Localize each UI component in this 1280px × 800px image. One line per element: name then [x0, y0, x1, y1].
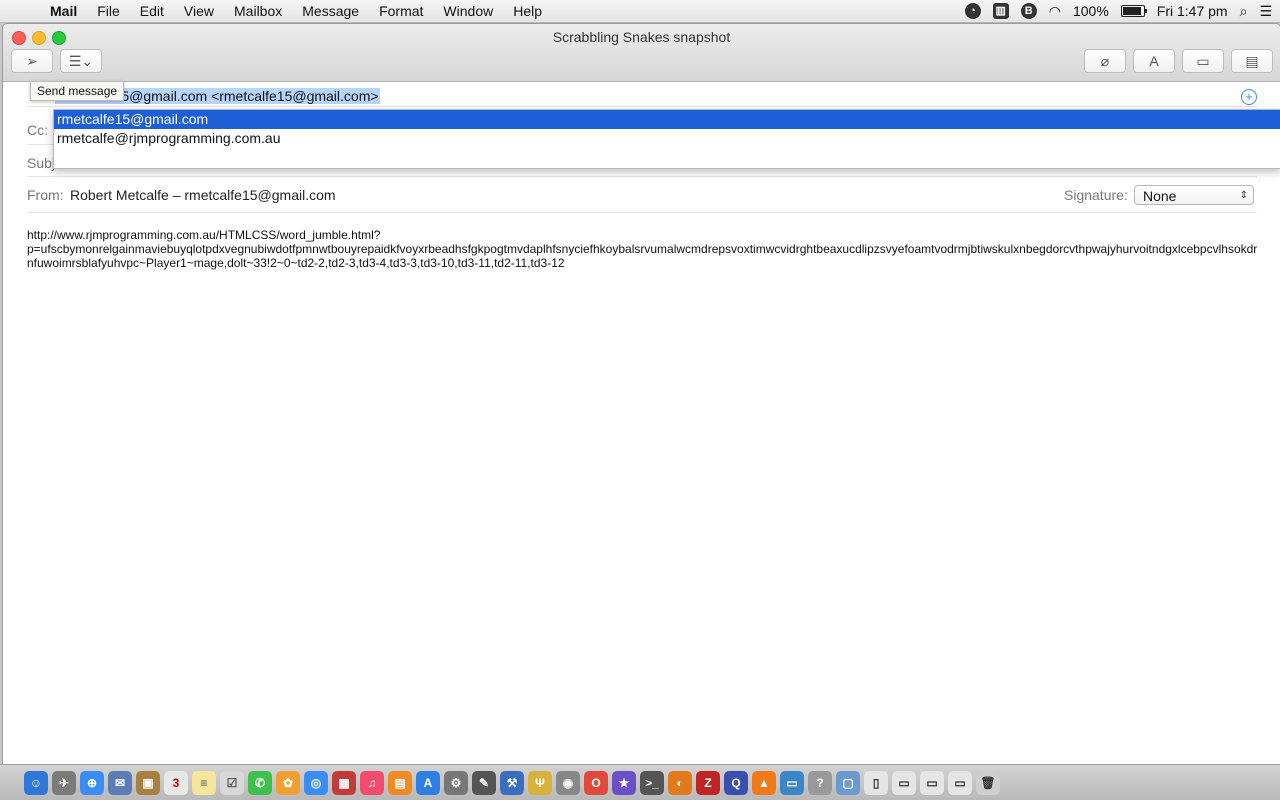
menu-mailbox[interactable]: Mailbox	[224, 0, 292, 22]
downloads-icon[interactable]: ▭	[920, 770, 944, 795]
format-button[interactable]: A	[1133, 49, 1175, 73]
from-label: From:	[27, 187, 64, 203]
ibooks-icon[interactable]: ▤	[388, 770, 412, 795]
star-app-icon[interactable]: ★	[612, 770, 636, 795]
status-area: ◔ ▥ B ◠ 100% Fri 1:47 pm ⌕ ☰	[964, 0, 1272, 22]
trash-icon[interactable]: 🗑	[976, 770, 1000, 795]
autocomplete-option[interactable]: rmetcalfe15@gmail.com	[54, 110, 1280, 129]
window-title: Scrabbling Snakes snapshot	[552, 29, 731, 45]
vlc-icon[interactable]: ▲	[752, 770, 776, 795]
send-tooltip: Send message	[30, 81, 125, 101]
menu-window[interactable]: Window	[433, 0, 503, 22]
stack-icon[interactable]: ▭	[892, 770, 916, 795]
chevron-updown-icon: ⇕	[1239, 190, 1248, 201]
from-select[interactable]: Robert Metcalfe – rmetcalfe15@gmail.com	[70, 187, 336, 203]
signature-value: None	[1143, 188, 1177, 204]
message-body[interactable]: http://www.rjmprogramming.com.au/HTMLCSS…	[27, 228, 1261, 270]
stationery-button[interactable]: ▤	[1231, 49, 1273, 73]
autocomplete-option[interactable]: rmetcalfe@rjmprogramming.com.au	[54, 129, 1280, 148]
menu-format[interactable]: Format	[369, 0, 433, 22]
menu-edit[interactable]: Edit	[130, 0, 174, 22]
timer-icon[interactable]: ◔	[964, 3, 981, 19]
photo-booth-icon[interactable]: ▦	[332, 770, 356, 795]
contacts-icon[interactable]: ▣	[136, 770, 160, 795]
divider	[27, 176, 1257, 177]
xcode-icon[interactable]: ⚒	[500, 770, 524, 795]
photo-browser-button[interactable]: ▭	[1182, 49, 1224, 73]
window-thumbnail-icon[interactable]: ▭	[948, 770, 972, 795]
attachment-icon: ⌀	[1100, 52, 1110, 69]
notification-list-icon[interactable]: ☰	[1259, 3, 1272, 20]
compose-window: Scrabbling Snakes snapshot ➢ ☰⌄ ⌀ A ▭ ▤ …	[2, 23, 1280, 765]
sidebar-icon[interactable]: ▥	[992, 3, 1009, 19]
dock: ☺ ✈ ⊕ ✉ ▣ 3 ≡ ☑ ✆ ✿ ◎ ▦ ♫ ▤ A ⚙ ✎ ⚒ Ψ ◉ …	[0, 764, 1280, 800]
spotlight-search-icon[interactable]: ⌕	[1240, 3, 1248, 20]
facetime-icon[interactable]: ◎	[304, 770, 328, 795]
quicktime-icon[interactable]: Q	[724, 770, 748, 795]
calendar-icon[interactable]: 3	[164, 770, 188, 795]
battery-percent[interactable]: 100%	[1073, 3, 1109, 19]
add-recipient-icon[interactable]: +	[1241, 89, 1257, 105]
menu-bar: Mail File Edit View Mailbox Message Form…	[0, 0, 1280, 23]
help-icon[interactable]: ?	[808, 770, 832, 795]
menu-help[interactable]: Help	[503, 0, 552, 22]
header-fields-button[interactable]: ☰⌄	[60, 49, 102, 73]
filezilla-red-icon[interactable]: Z	[696, 770, 720, 795]
messages-icon[interactable]: ✆	[248, 770, 272, 795]
reminders-icon[interactable]: ☑	[220, 770, 244, 795]
wifi-icon[interactable]: ◠	[1049, 3, 1061, 20]
filezilla-icon[interactable]: Ψ	[528, 770, 552, 795]
opera-icon[interactable]: O	[584, 770, 608, 795]
autocomplete-dropdown: rmetcalfe15@gmail.com rmetcalfe@rjmprogr…	[53, 109, 1280, 169]
mail-icon[interactable]: ✉	[108, 770, 132, 795]
signature-label: Signature:	[1064, 187, 1128, 203]
preview-icon[interactable]: ✎	[472, 770, 496, 795]
chrome-icon[interactable]: ◉	[556, 770, 580, 795]
notes-icon[interactable]: ≡	[192, 770, 216, 795]
itunes-icon[interactable]: ♫	[360, 770, 384, 795]
system-preferences-icon[interactable]: ⚙	[444, 770, 468, 795]
photo-browser-icon: ▭	[1196, 52, 1210, 69]
attach-button[interactable]: ⌀	[1084, 49, 1126, 73]
menu-app-name[interactable]: Mail	[40, 0, 87, 22]
document-icon[interactable]: ▯	[864, 770, 888, 795]
menu-message[interactable]: Message	[292, 0, 369, 22]
divider	[27, 212, 1257, 213]
menu-view[interactable]: View	[174, 0, 224, 22]
safari-icon[interactable]: ⊕	[80, 770, 104, 795]
signature-select[interactable]: None ⇕	[1134, 185, 1254, 205]
divider	[27, 106, 1257, 107]
photos-icon[interactable]: ✿	[276, 770, 300, 795]
titlebar: Scrabbling Snakes snapshot ➢ ☰⌄ ⌀ A ▭ ▤	[3, 24, 1280, 82]
battery-icon[interactable]	[1120, 5, 1147, 17]
display-icon[interactable]: ▭	[780, 770, 804, 795]
clock[interactable]: Fri 1:47 pm	[1157, 3, 1228, 19]
stationery-icon: ▤	[1245, 52, 1259, 69]
header-fields-icon: ☰⌄	[68, 52, 94, 69]
launchpad-icon[interactable]: ✈	[52, 770, 76, 795]
app-store-icon[interactable]: A	[416, 770, 440, 795]
firefox-icon[interactable]: ◐	[668, 770, 692, 795]
send-button[interactable]: ➢	[11, 49, 53, 73]
bold-b-icon[interactable]: B	[1020, 3, 1037, 19]
terminal-icon[interactable]: >_	[640, 770, 664, 795]
box-icon[interactable]: ▢	[836, 770, 860, 795]
format-font-icon: A	[1149, 53, 1159, 69]
menu-file[interactable]: File	[87, 0, 130, 22]
battery-fill	[1122, 7, 1141, 15]
finder-icon[interactable]: ☺	[24, 770, 48, 795]
send-icon: ➢	[26, 52, 38, 69]
